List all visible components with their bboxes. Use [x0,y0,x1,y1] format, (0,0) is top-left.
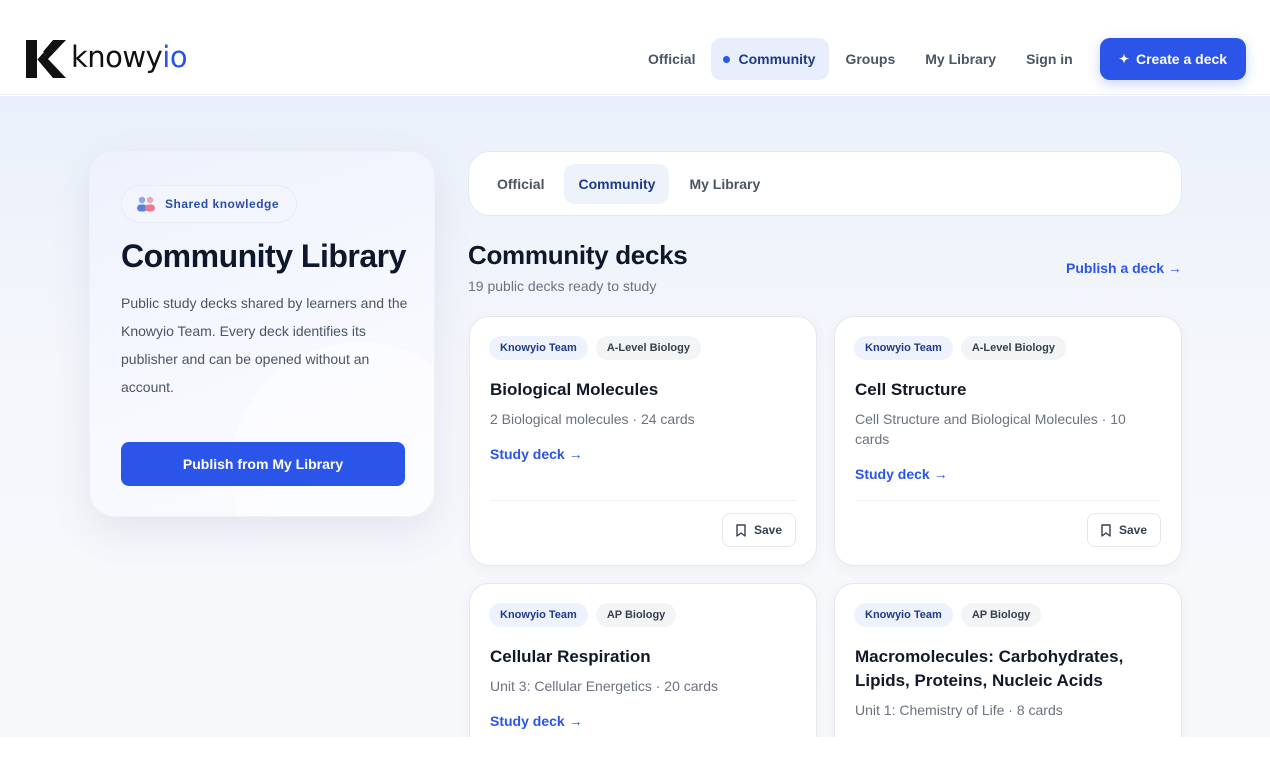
save-button[interactable]: Save [722,513,796,547]
publish-deck-link[interactable]: Publish a deck → [1066,260,1182,276]
deck-meta: Unit 1: Chemistry of Life · 8 cards [855,702,1063,718]
brand-name: knowyio [71,40,188,74]
deck-meta: 2 Biological molecules · 24 cards [490,411,695,427]
publisher-tag: Knowyio Team [854,336,953,360]
card-divider [490,500,796,501]
save-button[interactable]: Save [1087,513,1161,547]
create-deck-button[interactable]: ✦ Create a deck [1100,38,1246,80]
deck-card[interactable]: Knowyio Team AP Biology Cellular Respira… [469,583,817,760]
shared-knowledge-badge: Shared knowledge [121,185,297,223]
deck-title: Cell Structure [855,380,967,399]
sparkle-icon: ✦ [1118,52,1129,66]
deck-card[interactable]: Knowyio Team A-Level Biology Cell Struct… [834,316,1182,566]
subject-tag: AP Biology [595,603,677,627]
subject-tag: A-Level Biology [960,336,1066,360]
community-library-card: Shared knowledge Community Library Publi… [89,151,435,517]
deck-card[interactable]: Knowyio Team A-Level Biology Biological … [469,316,817,566]
publisher-tag: Knowyio Team [489,336,588,360]
subject-tag: AP Biology [960,603,1042,627]
study-deck-link[interactable]: Study deck → [490,446,583,462]
card-divider [855,500,1161,501]
main-nav: Official Community Groups My Library Sig… [634,38,1089,80]
nav-groups[interactable]: Groups [831,38,909,80]
deck-title: Macromolecules: Carbohydrates, Lipids, P… [855,647,1124,690]
people-icon [137,196,155,212]
badge-label: Shared knowledge [165,197,280,211]
publish-from-library-button[interactable]: Publish from My Library [121,442,405,486]
nav-official[interactable]: Official [634,38,709,80]
study-deck-link[interactable]: Study deck → [855,466,948,482]
bookmark-icon [1101,523,1111,537]
tab-my-library[interactable]: My Library [675,164,774,204]
deck-title: Biological Molecules [490,380,659,399]
nav-sign-in[interactable]: Sign in [1012,38,1087,80]
library-tabs: Official Community My Library [468,151,1182,216]
subject-tag: A-Level Biology [595,336,701,360]
deck-card[interactable]: Knowyio Team AP Biology Macromolecules: … [834,583,1182,760]
page-title: Community Library [121,238,406,274]
knowyio-logo[interactable]: knowyio [26,39,188,79]
active-dot-icon [723,56,731,63]
deck-meta: Cell Structure and Biological Molecules … [855,411,1126,447]
hero-description: Public study decks shared by learners an… [121,295,408,395]
tab-community[interactable]: Community [564,163,670,204]
publisher-tag: Knowyio Team [489,603,588,627]
nav-community[interactable]: Community [711,38,830,80]
deck-title: Cellular Respiration [490,647,651,666]
deck-meta: Unit 3: Cellular Energetics · 20 cards [490,678,718,694]
bookmark-icon [736,523,746,537]
publisher-tag: Knowyio Team [854,603,953,627]
tab-official[interactable]: Official [483,164,558,204]
page-bottom [0,737,1270,760]
nav-my-library[interactable]: My Library [911,38,1010,80]
section-subtitle: 19 public decks ready to study [468,278,657,294]
study-deck-link[interactable]: Study deck → [490,713,583,729]
top-header: knowyio Official Community Groups My Lib… [0,0,1270,95]
section-title: Community decks [468,240,688,270]
logo-k-icon [26,40,66,78]
